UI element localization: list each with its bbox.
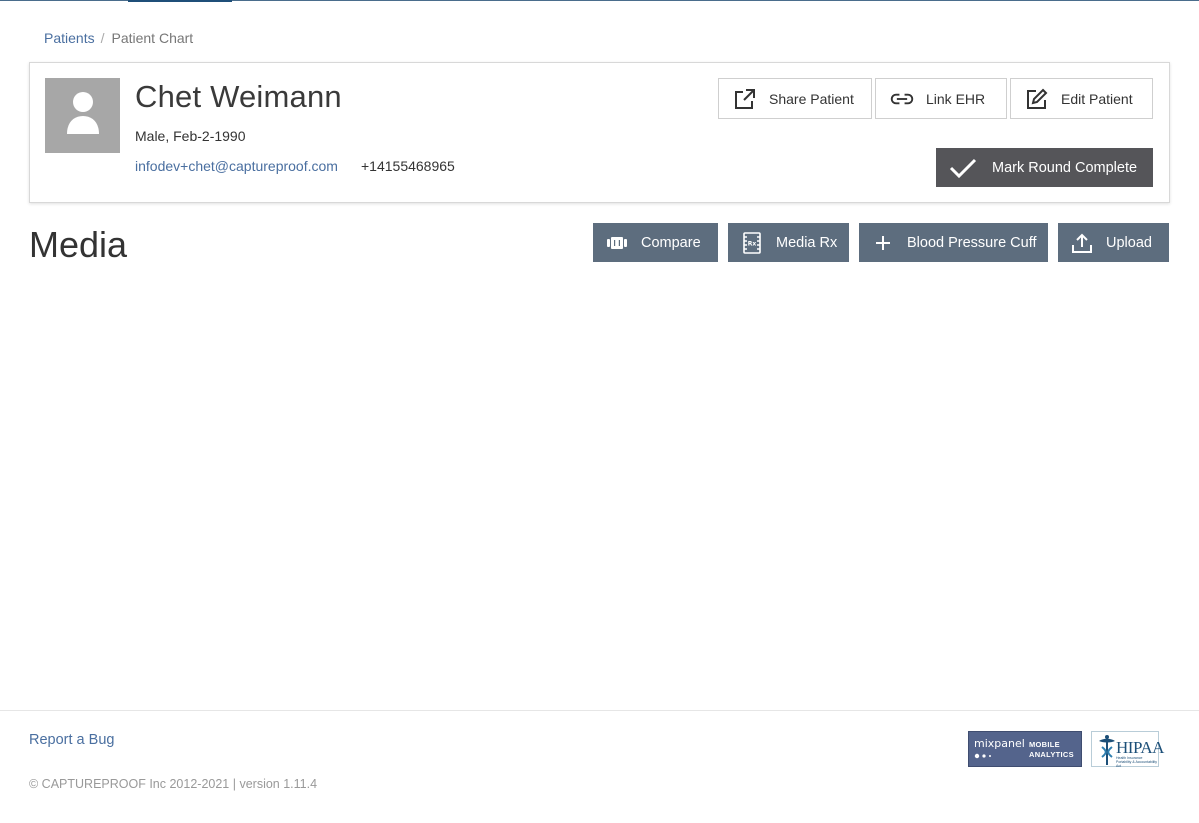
compare-button[interactable]: Compare bbox=[593, 223, 718, 262]
breadcrumb: Patients / Patient Chart bbox=[44, 30, 193, 46]
blood-pressure-cuff-label: Blood Pressure Cuff bbox=[907, 234, 1037, 251]
avatar bbox=[45, 78, 120, 153]
active-nav-indicator bbox=[128, 0, 232, 2]
report-bug-link[interactable]: Report a Bug bbox=[29, 732, 114, 748]
patient-phone: +14155468965 bbox=[361, 158, 455, 174]
hipaa-logo-text: HIPAA bbox=[1116, 738, 1164, 757]
hipaa-subtitle: Health Insurance Portability & Accountab… bbox=[1116, 756, 1158, 768]
compare-label: Compare bbox=[641, 234, 701, 251]
media-rx-button[interactable]: Rx Media Rx bbox=[728, 223, 849, 262]
patient-demographics: Male, Feb-2-1990 bbox=[135, 128, 246, 144]
upload-icon bbox=[1070, 231, 1094, 255]
link-chain-icon bbox=[890, 87, 914, 111]
hipaa-badge[interactable]: HIPAA Health Insurance Portability & Acc… bbox=[1091, 731, 1164, 768]
mixpanel-logo-text: mixpanel bbox=[974, 737, 1025, 750]
share-patient-label: Share Patient bbox=[769, 90, 854, 107]
patient-card: Chet Weimann Male, Feb-2-1990 infodev+ch… bbox=[29, 62, 1170, 203]
share-external-icon bbox=[733, 87, 757, 111]
edit-pencil-icon bbox=[1025, 87, 1049, 111]
breadcrumb-patients-link[interactable]: Patients bbox=[44, 30, 95, 46]
link-ehr-label: Link EHR bbox=[926, 90, 986, 107]
upload-label: Upload bbox=[1106, 234, 1152, 251]
checkmark-icon bbox=[948, 156, 978, 180]
patient-email-link[interactable]: infodev+chet@captureproof.com bbox=[135, 158, 338, 174]
media-heading: Media bbox=[29, 224, 128, 265]
plus-icon bbox=[871, 231, 895, 255]
mixpanel-tag-mobile: MOBILE bbox=[1029, 740, 1060, 749]
svg-text:Rx: Rx bbox=[748, 240, 757, 247]
person-silhouette-icon bbox=[67, 92, 99, 134]
mark-round-complete-label: Mark Round Complete bbox=[992, 159, 1138, 176]
edit-patient-button[interactable]: Edit Patient bbox=[1010, 78, 1153, 119]
compare-images-icon bbox=[605, 231, 629, 255]
breadcrumb-separator: / bbox=[100, 30, 105, 46]
share-patient-button[interactable]: Share Patient bbox=[718, 78, 872, 119]
copyright-text: © CAPTUREPROOF Inc 2012-2021 | version 1… bbox=[29, 777, 318, 791]
link-ehr-button[interactable]: Link EHR bbox=[875, 78, 1007, 119]
edit-patient-label: Edit Patient bbox=[1061, 90, 1133, 107]
upload-button[interactable]: Upload bbox=[1058, 223, 1169, 262]
breadcrumb-current: Patient Chart bbox=[111, 30, 194, 46]
media-rx-label: Media Rx bbox=[776, 234, 838, 251]
footer-divider bbox=[0, 710, 1199, 711]
mixpanel-badge[interactable]: mixpanel MOBILE ANALYTICS bbox=[968, 731, 1082, 767]
mark-round-complete-button[interactable]: Mark Round Complete bbox=[936, 148, 1153, 187]
blood-pressure-cuff-button[interactable]: Blood Pressure Cuff bbox=[859, 223, 1048, 262]
film-rx-icon: Rx bbox=[740, 231, 764, 255]
mixpanel-dots-icon bbox=[974, 753, 991, 759]
patient-name: Chet Weimann bbox=[135, 79, 342, 114]
mixpanel-tag-analytics: ANALYTICS bbox=[1029, 750, 1074, 759]
